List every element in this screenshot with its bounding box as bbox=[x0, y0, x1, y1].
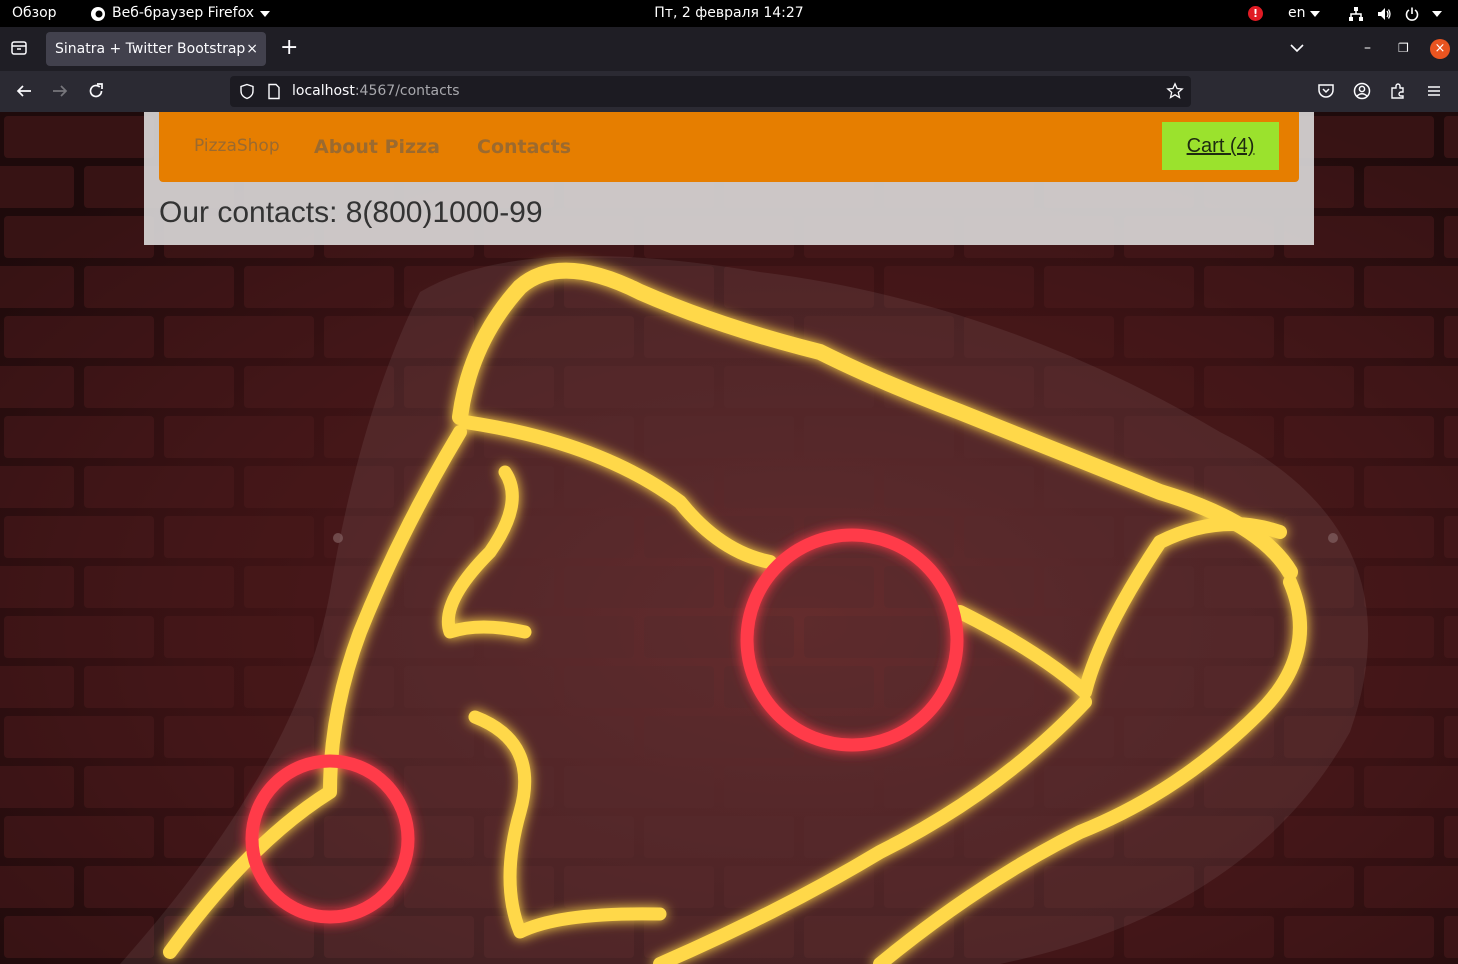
page-viewport: PizzaShop About Pizza Contacts Cart (4) … bbox=[0, 112, 1458, 964]
new-tab-button[interactable]: + bbox=[280, 37, 298, 59]
pocket-icon[interactable] bbox=[1316, 81, 1336, 101]
chevron-down-icon bbox=[1432, 10, 1442, 17]
minimize-button[interactable]: – bbox=[1364, 38, 1371, 58]
bookmark-star-icon[interactable] bbox=[1166, 82, 1184, 100]
account-icon[interactable] bbox=[1352, 81, 1372, 101]
url-host: localhost bbox=[292, 83, 355, 99]
maximize-button[interactable]: ❐ bbox=[1398, 38, 1409, 58]
back-arrow-icon[interactable] bbox=[14, 81, 34, 101]
shield-icon[interactable] bbox=[239, 83, 255, 100]
tab-active[interactable]: Sinatra + Twitter Bootstrap × bbox=[46, 32, 266, 66]
system-menu[interactable] bbox=[1348, 0, 1442, 27]
alert-icon[interactable]: ! bbox=[1248, 6, 1263, 21]
nav-link-contacts[interactable]: Contacts bbox=[477, 112, 571, 182]
tab-strip: Sinatra + Twitter Bootstrap × + – ❐ × bbox=[0, 27, 1458, 71]
url-text[interactable]: localhost:4567/contacts bbox=[292, 76, 460, 107]
extensions-icon[interactable] bbox=[1388, 81, 1408, 101]
clock[interactable]: Пт, 2 февраля 14:27 bbox=[0, 0, 1458, 27]
window-close-button[interactable]: × bbox=[1430, 39, 1450, 59]
tab-title: Sinatra + Twitter Bootstrap bbox=[55, 41, 246, 57]
system-top-bar: Обзор Веб-браузер Firefox Пт, 2 февраля … bbox=[0, 0, 1458, 27]
page-container: PizzaShop About Pizza Contacts Cart (4) … bbox=[144, 112, 1314, 245]
nav-link-about[interactable]: About Pizza bbox=[314, 112, 440, 182]
chevron-down-icon bbox=[1309, 10, 1320, 17]
address-bar[interactable]: localhost:4567/contacts bbox=[230, 76, 1191, 107]
contacts-heading: Our contacts: 8(800)1000-99 bbox=[159, 196, 543, 229]
firefox-view-icon[interactable] bbox=[10, 39, 28, 57]
brand-link[interactable]: PizzaShop bbox=[194, 112, 280, 180]
page-icon[interactable] bbox=[267, 83, 281, 100]
keyboard-layout-label: en bbox=[1288, 5, 1306, 21]
volume-icon bbox=[1378, 7, 1391, 20]
chevron-down-icon[interactable] bbox=[1288, 39, 1306, 57]
menu-icon[interactable] bbox=[1424, 81, 1444, 101]
keyboard-layout-indicator[interactable]: en bbox=[1288, 0, 1320, 27]
network-icon bbox=[1349, 6, 1363, 21]
site-navbar: PizzaShop About Pizza Contacts Cart (4) bbox=[159, 112, 1299, 182]
close-icon[interactable]: × bbox=[246, 32, 258, 66]
reload-icon[interactable] bbox=[86, 81, 106, 101]
power-icon bbox=[1405, 7, 1419, 21]
navigation-toolbar: localhost:4567/contacts bbox=[0, 71, 1458, 112]
forward-arrow-icon[interactable] bbox=[50, 81, 70, 101]
url-path: :4567/contacts bbox=[354, 83, 460, 99]
cart-button[interactable]: Cart (4) bbox=[1162, 122, 1279, 170]
